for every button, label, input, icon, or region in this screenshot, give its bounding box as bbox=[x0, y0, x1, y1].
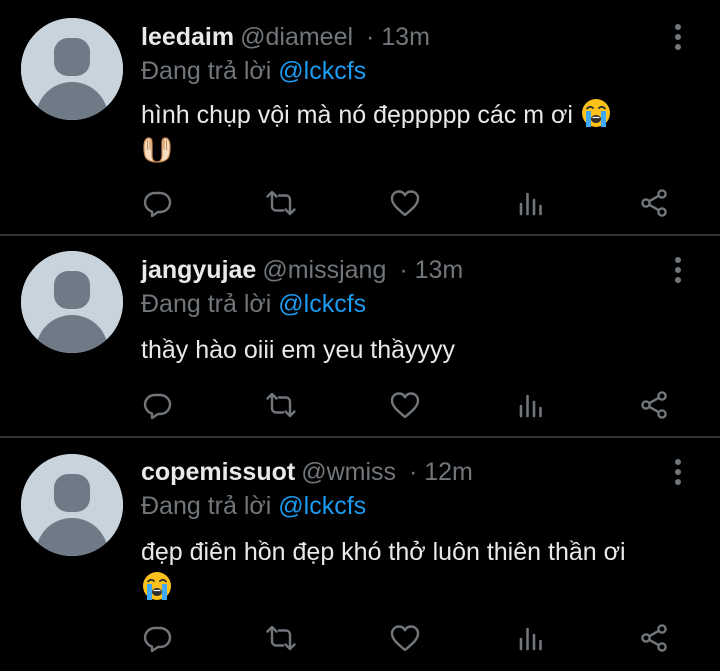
tweet-time[interactable]: · 12m bbox=[409, 458, 473, 486]
tweet-actions bbox=[0, 387, 720, 423]
avatar[interactable] bbox=[21, 251, 123, 353]
tweet-header: jangyujae @missjang · 13m bbox=[141, 254, 463, 286]
views-button[interactable] bbox=[513, 387, 549, 423]
loudly-crying-face-emoji bbox=[580, 97, 612, 129]
display-name[interactable]: leedaim bbox=[141, 23, 234, 51]
share-icon bbox=[638, 389, 670, 421]
display-name[interactable]: jangyujae bbox=[141, 256, 256, 284]
reply-icon bbox=[141, 622, 173, 654]
display-name[interactable]: copemissuot bbox=[141, 458, 295, 486]
retweet-button[interactable] bbox=[263, 620, 299, 656]
reply-icon bbox=[141, 187, 173, 219]
like-button[interactable] bbox=[387, 620, 423, 656]
replying-prefix: Đang trả lời bbox=[141, 57, 272, 85]
tweet-body: đẹp điên hồn đẹp khó thở luôn thiên thần… bbox=[141, 538, 626, 566]
default-avatar-icon bbox=[21, 18, 123, 120]
tweet[interactable]: jangyujae @missjang · 13m Đang trả lời @l… bbox=[0, 236, 720, 436]
replying-to: Đang trả lời @lckcfs bbox=[141, 55, 366, 87]
retweet-button[interactable] bbox=[263, 387, 299, 423]
share-icon bbox=[638, 622, 670, 654]
tweet-body: thầy hào oiii em yeu thầyyyy bbox=[141, 336, 456, 364]
views-icon bbox=[515, 389, 547, 421]
like-button[interactable] bbox=[387, 387, 423, 423]
default-avatar-icon bbox=[21, 251, 123, 353]
avatar[interactable] bbox=[21, 18, 123, 120]
replying-to: Đang trả lời @lckcfs bbox=[141, 490, 366, 522]
share-button[interactable] bbox=[636, 620, 672, 656]
user-handle[interactable]: @diameel bbox=[240, 23, 353, 51]
reply-button[interactable] bbox=[139, 620, 175, 656]
default-avatar-icon bbox=[21, 454, 123, 556]
more-options-icon[interactable] bbox=[666, 21, 690, 53]
share-icon bbox=[638, 187, 670, 219]
tweet-body: hình chụp vội mà nó đẹppppp các m ơi bbox=[141, 101, 573, 129]
like-icon bbox=[389, 622, 421, 654]
like-icon bbox=[389, 187, 421, 219]
tweet-time[interactable]: · 13m bbox=[399, 256, 463, 284]
like-icon bbox=[389, 389, 421, 421]
views-icon bbox=[515, 622, 547, 654]
share-button[interactable] bbox=[636, 185, 672, 221]
tweet-actions bbox=[0, 620, 720, 656]
tweet-header: copemissuot @wmiss · 12m bbox=[141, 456, 473, 488]
retweet-button[interactable] bbox=[263, 185, 299, 221]
reply-button[interactable] bbox=[139, 387, 175, 423]
retweet-icon bbox=[265, 187, 297, 219]
views-button[interactable] bbox=[513, 620, 549, 656]
tweet-text: thầy hào oiii em yeu thầyyyy bbox=[141, 332, 681, 368]
user-handle[interactable]: @missjang bbox=[262, 256, 386, 284]
tweet[interactable]: leedaim @diameel · 13m Đang trả lời @lckc… bbox=[0, 0, 720, 234]
tweet-time[interactable]: · 13m bbox=[366, 23, 430, 51]
retweet-icon bbox=[265, 389, 297, 421]
mention-link[interactable]: @lckcfs bbox=[278, 57, 366, 85]
palms-up-together-emoji bbox=[141, 133, 173, 165]
reply-icon bbox=[141, 389, 173, 421]
avatar[interactable] bbox=[21, 454, 123, 556]
like-button[interactable] bbox=[387, 185, 423, 221]
replying-prefix: Đang trả lời bbox=[141, 492, 272, 520]
tweet[interactable]: copemissuot @wmiss · 12m Đang trả lời @lc… bbox=[0, 438, 720, 671]
tweet-text: đẹp điên hồn đẹp khó thở luôn thiên thần… bbox=[141, 534, 681, 606]
retweet-icon bbox=[265, 622, 297, 654]
views-icon bbox=[515, 187, 547, 219]
mention-link[interactable]: @lckcfs bbox=[278, 290, 366, 318]
user-handle[interactable]: @wmiss bbox=[301, 458, 396, 486]
tweet-header: leedaim @diameel · 13m bbox=[141, 21, 430, 53]
share-button[interactable] bbox=[636, 387, 672, 423]
mention-link[interactable]: @lckcfs bbox=[278, 492, 366, 520]
reply-button[interactable] bbox=[139, 185, 175, 221]
more-options-icon[interactable] bbox=[666, 254, 690, 286]
replying-prefix: Đang trả lời bbox=[141, 290, 272, 318]
views-button[interactable] bbox=[513, 185, 549, 221]
replying-to: Đang trả lời @lckcfs bbox=[141, 288, 366, 320]
tweet-actions bbox=[0, 185, 720, 221]
tweet-text: hình chụp vội mà nó đẹppppp các m ơi bbox=[141, 97, 681, 169]
more-options-icon[interactable] bbox=[666, 456, 690, 488]
loudly-crying-face-emoji bbox=[141, 570, 173, 602]
